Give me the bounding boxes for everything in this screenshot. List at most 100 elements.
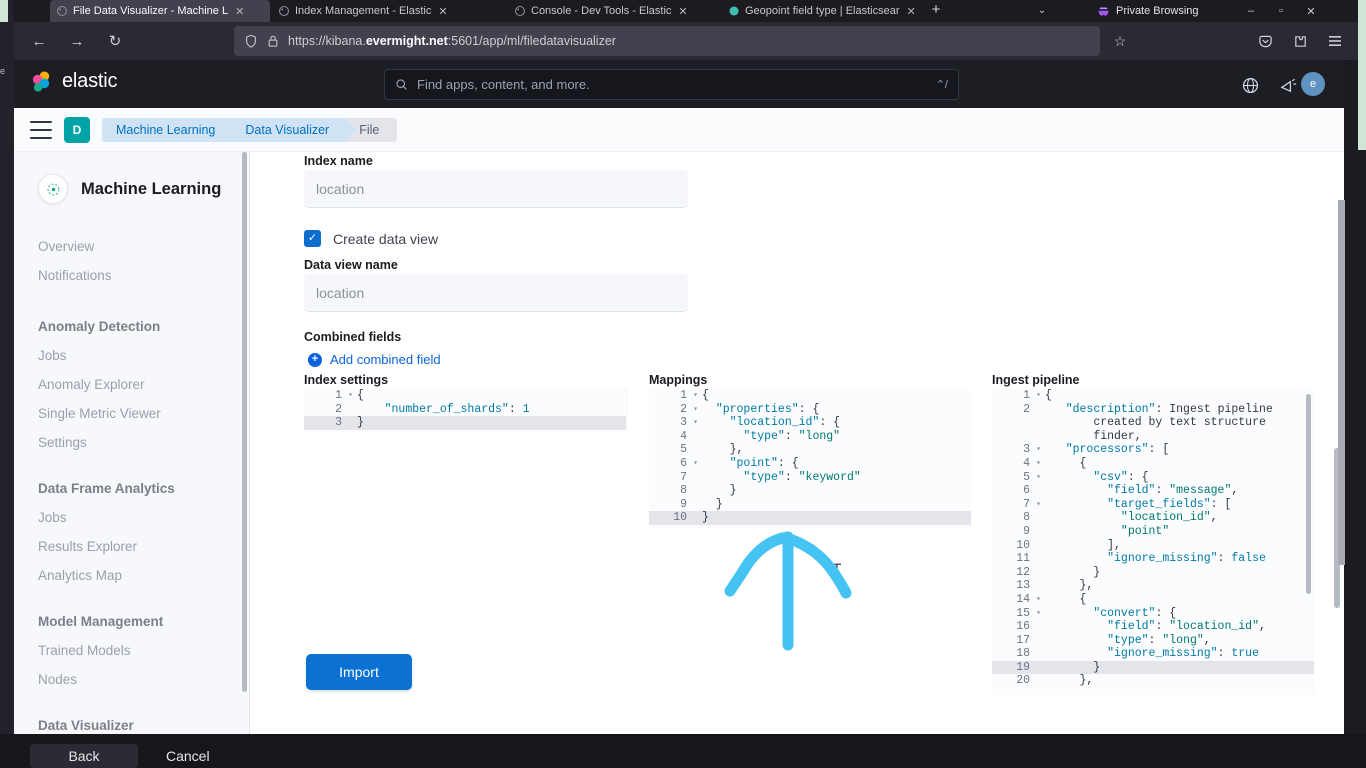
hamburger-glyph <box>1329 36 1341 46</box>
data-view-name-input[interactable]: location <box>304 274 688 312</box>
code-line: 12 } <box>992 565 1314 580</box>
browser-tab[interactable]: File Data Visualizer - Machine L ✕ <box>50 0 270 22</box>
forward-arrow-icon[interactable]: → <box>62 26 92 56</box>
back-button[interactable]: Back <box>30 744 138 768</box>
code-line: 11 "ignore_missing": false <box>992 552 1314 566</box>
window-close-icon[interactable]: ✕ <box>1296 5 1326 18</box>
code-line: 3 ▾ "location_id": { <box>649 416 971 430</box>
close-icon[interactable]: ✕ <box>235 5 244 18</box>
sidebar-scrollbar[interactable] <box>242 152 247 692</box>
code-line: 1 ▾{ <box>304 389 626 403</box>
close-icon[interactable]: ✕ <box>907 5 916 18</box>
code-line: 10 ], <box>992 538 1314 553</box>
code-line: 4 ▾ { <box>992 456 1314 471</box>
sidebar-item-dfa-jobs[interactable]: Jobs <box>38 503 249 532</box>
announcement-icon[interactable] <box>1274 71 1302 99</box>
close-icon[interactable]: ✕ <box>438 5 447 18</box>
close-icon[interactable]: ✕ <box>678 5 687 18</box>
sidebar-group-data-frame-analytics: Data Frame Analytics <box>38 481 175 496</box>
new-tab-button[interactable]: + <box>925 0 947 22</box>
elastic-mark-icon <box>32 71 50 92</box>
private-mask-icon <box>1098 6 1109 16</box>
create-data-view-label: Create data view <box>333 230 439 247</box>
sidebar-item-results-explorer[interactable]: Results Explorer <box>38 532 249 561</box>
code-line: 2 "description": Ingest pipeline <box>992 402 1314 417</box>
plus-icon: + <box>308 352 322 367</box>
browser-tab-title: Geopoint field type | Elasticsear <box>745 5 900 17</box>
globe-glyph <box>1242 77 1258 93</box>
bookmark-star-icon[interactable]: ☆ <box>1106 27 1134 55</box>
elastic-wordmark: elastic <box>62 70 118 92</box>
code-line: 3} <box>304 416 626 430</box>
space-avatar[interactable]: D <box>64 116 90 143</box>
browser-menu-icon[interactable] <box>1321 27 1349 55</box>
sidebar-item-notifications[interactable]: Notifications <box>38 261 249 290</box>
user-avatar[interactable]: e <box>1301 72 1325 96</box>
sidebar-item-anomaly-explorer[interactable]: Anomaly Explorer <box>38 370 249 399</box>
code-line: 16 "field": "location_id", <box>992 620 1314 634</box>
url-bar[interactable]: https://kibana.evermight.net:5601/app/ml… <box>234 26 1100 56</box>
minimize-icon[interactable]: – <box>1236 5 1266 17</box>
code-line: 15 ▾ "convert": { <box>992 606 1314 621</box>
sidebar-group-anomaly-detection: Anomaly Detection <box>38 319 161 334</box>
background-window-accent <box>0 0 8 22</box>
mappings-editor[interactable]: 1 ▾{2 ▾ "properties": {3 ▾ "location_id": {… <box>649 389 971 528</box>
lock-icon[interactable] <box>267 34 279 48</box>
create-data-view-checkbox[interactable]: ✓ <box>304 230 321 247</box>
elastic-logo[interactable]: elastic <box>30 70 117 93</box>
browser-tab-strip: File Data Visualizer - Machine L ✕ Index… <box>0 0 1366 22</box>
breadcrumb-bar: D Machine Learning Data Visualizer File <box>14 108 1344 152</box>
kibana-top-header: elastic Find apps, content, and more. ⌃/ <box>14 60 1344 108</box>
back-arrow-icon[interactable]: ← <box>24 26 54 56</box>
sidebar-item-analytics-map[interactable]: Analytics Map <box>38 561 249 590</box>
extensions-icon[interactable] <box>1286 27 1314 55</box>
ingest-pipeline-scrollbar[interactable] <box>1306 394 1311 594</box>
globe-icon[interactable] <box>1236 71 1264 99</box>
sidebar-item-settings[interactable]: Settings <box>38 428 249 457</box>
cancel-button[interactable]: Cancel <box>166 744 210 768</box>
code-line: created by text structure <box>992 416 1314 430</box>
sidebar-group-model-management: Model Management <box>38 614 164 629</box>
code-line: 19 } <box>992 660 1314 675</box>
create-data-view-checkbox-row[interactable]: ✓ Create data view <box>304 230 438 247</box>
sidebar-item-ad-jobs[interactable]: Jobs <box>38 341 249 370</box>
pocket-glyph <box>1258 35 1272 47</box>
puzzle-glyph <box>1294 35 1306 47</box>
sidebar-item-nodes[interactable]: Nodes <box>38 665 249 694</box>
ingest-pipeline-title: Ingest pipeline <box>992 373 1080 387</box>
index-name-input[interactable]: location <box>304 170 688 208</box>
outer-scrollbar[interactable] <box>1338 200 1345 565</box>
index-settings-editor[interactable]: 1 ▾{2 "number_of_shards": 1 3} <box>304 389 626 433</box>
code-line: 8 "location_id", <box>992 511 1314 525</box>
browser-tab[interactable]: Geopoint field type | Elasticsear ✕ <box>722 0 928 22</box>
shield-icon[interactable] <box>244 34 258 48</box>
import-button[interactable]: Import <box>306 654 412 690</box>
code-line: 2 ▾ "properties": { <box>649 402 971 417</box>
breadcrumb-item-data-visualizer[interactable]: Data Visualizer <box>231 117 358 142</box>
sidebar-item-single-metric-viewer[interactable]: Single Metric Viewer <box>38 399 249 428</box>
machine-learning-icon <box>38 174 68 204</box>
code-line: 3 ▾ "processors": [ <box>992 443 1314 457</box>
code-line: 13 }, <box>992 579 1314 593</box>
add-combined-field-label: Add combined field <box>330 352 441 367</box>
global-search-input[interactable]: Find apps, content, and more. ⌃/ <box>384 69 959 100</box>
sidebar-item-trained-models[interactable]: Trained Models <box>38 636 249 665</box>
code-line: 18 "ignore_missing": true <box>992 647 1314 661</box>
browser-tab[interactable]: Index Management - Elastic ✕ <box>272 0 500 22</box>
browser-tab-title: Console - Dev Tools - Elastic <box>531 5 672 17</box>
ingest-pipeline-editor[interactable]: 1 ▾{2 "description": Ingest pipeline crea… <box>992 389 1314 695</box>
add-combined-field-button[interactable]: + Add combined field <box>308 352 441 367</box>
breadcrumb-item-machine-learning[interactable]: Machine Learning <box>102 117 244 142</box>
code-line: finder, <box>992 429 1314 444</box>
data-view-name-label: Data view name <box>304 258 398 272</box>
code-line: 14 ▾ { <box>992 592 1314 607</box>
browser-tab[interactable]: Console - Dev Tools - Elastic ✕ <box>508 0 718 22</box>
browser-tab-title: File Data Visualizer - Machine L <box>73 5 229 17</box>
reload-icon[interactable]: ↻ <box>100 26 130 56</box>
maximize-icon[interactable]: ▫ <box>1266 5 1296 17</box>
tab-list-chevron-down-icon[interactable]: ⌄ <box>1030 0 1054 22</box>
pocket-icon[interactable] <box>1251 27 1279 55</box>
nav-menu-icon[interactable] <box>30 120 52 139</box>
sidebar-item-overview[interactable]: Overview <box>38 232 249 261</box>
url-text: https://kibana.evermight.net:5601/app/ml… <box>288 34 616 48</box>
